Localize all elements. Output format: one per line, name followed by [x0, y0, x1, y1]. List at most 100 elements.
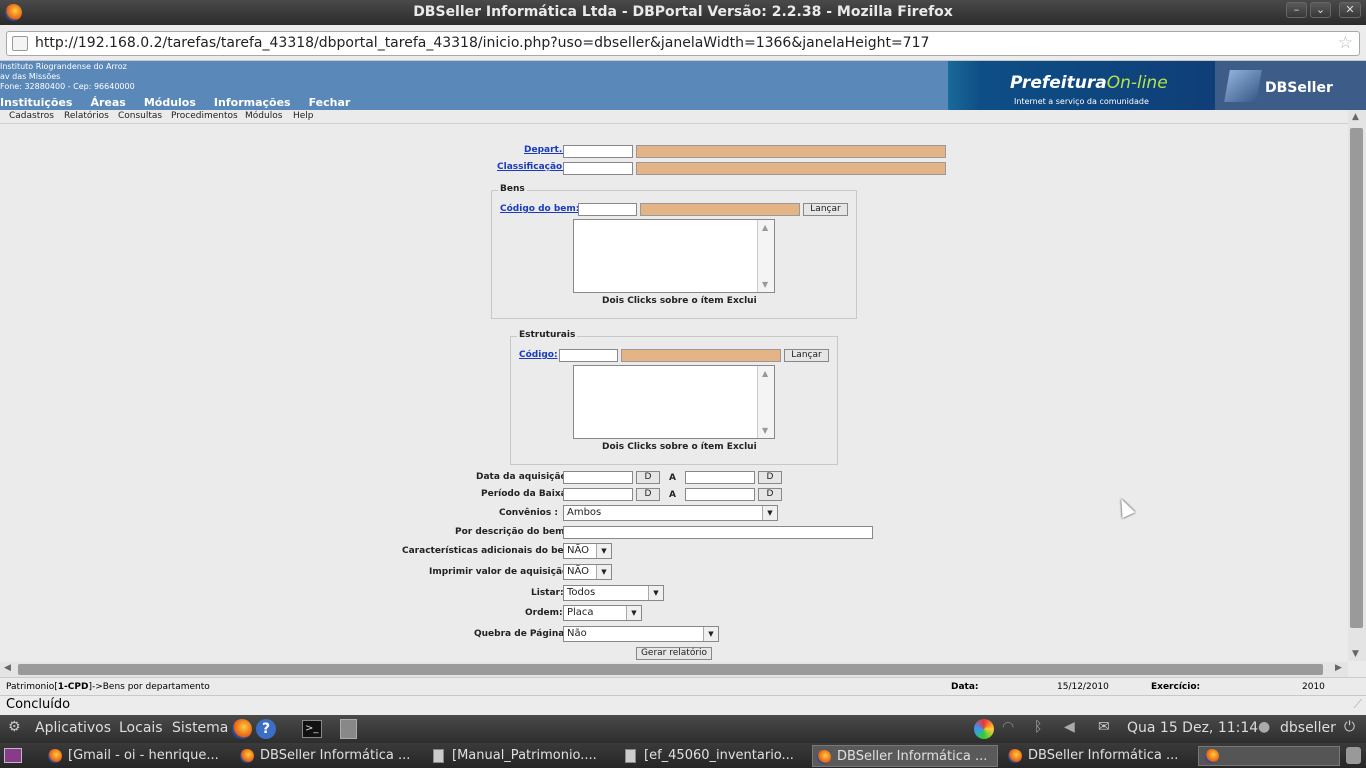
volume-icon[interactable]: ◀	[1064, 719, 1075, 735]
periodo-baixa-fim-input[interactable]	[685, 488, 755, 501]
user-name[interactable]: dbseller	[1280, 720, 1336, 736]
maximize-button[interactable]: ⌄	[1310, 2, 1331, 18]
periodo-baixa-fim-calendar-button[interactable]: D	[758, 488, 782, 501]
quebra-select[interactable]: Não ▼	[563, 626, 719, 642]
chevron-down-icon: ▼	[648, 586, 663, 600]
bens-list-scrollbar[interactable]: ▲ ▼	[757, 220, 774, 292]
resize-grip-icon[interactable]: ⟋	[1354, 697, 1362, 712]
bookmark-star-icon[interactable]: ☆	[1338, 32, 1353, 55]
bens-list[interactable]: ▲ ▼	[573, 219, 775, 293]
help-icon[interactable]: ?	[256, 719, 276, 739]
exercicio-label: Exercício:	[1151, 682, 1201, 692]
menu-areas[interactable]: Áreas	[90, 96, 125, 110]
periodo-baixa-inicio-calendar-button[interactable]: D	[636, 488, 660, 501]
bens-hint: Dois Clicks sobre o ítem Exclui	[602, 296, 757, 306]
gerar-relatorio-button[interactable]: Gerar relatório	[636, 647, 712, 660]
ordem-label: Ordem:	[525, 608, 563, 618]
vertical-scroll-thumb[interactable]	[1350, 128, 1363, 628]
minimize-button[interactable]: –	[1286, 2, 1307, 18]
scroll-up-icon[interactable]: ▲	[1352, 112, 1359, 122]
firefox-icon	[817, 750, 831, 764]
classificacao-link[interactable]: Classificação:	[497, 162, 566, 172]
scroll-left-icon[interactable]: ◀	[4, 663, 11, 673]
ordem-select[interactable]: Placa ▼	[563, 605, 642, 621]
listar-value: Todos	[567, 587, 596, 598]
classificacao-code-input[interactable]	[563, 162, 633, 175]
task-manual-patrimonio[interactable]: [Manual_Patrimonio....	[428, 745, 614, 767]
listar-select[interactable]: Todos ▼	[563, 585, 664, 601]
trash-icon[interactable]	[1346, 747, 1361, 764]
estruturais-legend: Estruturais	[517, 330, 578, 340]
calculator-icon[interactable]	[340, 719, 357, 739]
bens-lancar-button[interactable]: Lançar	[803, 203, 848, 216]
quebra-value: Não	[567, 628, 587, 639]
firefox-icon	[48, 749, 62, 763]
imprimir-select[interactable]: NÃO ▼	[563, 564, 612, 580]
task-dbseller-1[interactable]: DBSeller Informática ...	[236, 745, 422, 767]
menu-fechar[interactable]: Fechar	[309, 96, 351, 110]
window-titlebar[interactable]: DBSeller Informática Ltda - DBPortal Ver…	[0, 0, 1366, 25]
menu-modulos[interactable]: Módulos	[144, 96, 196, 110]
pref-subtitle: Internet a serviço da comunidade	[1014, 97, 1149, 106]
chrome-icon[interactable]	[974, 719, 994, 739]
estruturais-lancar-button[interactable]: Lançar	[784, 349, 829, 362]
imprimir-label: Imprimir valor de aquisição:	[429, 567, 572, 577]
workspace-switcher[interactable]	[1198, 746, 1340, 766]
bluetooth-icon[interactable]: ᛒ	[1034, 719, 1042, 735]
mail-icon[interactable]: ✉	[1098, 719, 1110, 735]
estruturais-codigo-input[interactable]	[559, 349, 618, 362]
firefox-icon	[1205, 749, 1219, 763]
menu-sistema[interactable]: Sistema	[172, 720, 228, 736]
menu-instituicoes[interactable]: Instituições	[0, 96, 72, 110]
dbseller-logo: DBSeller	[1215, 61, 1366, 110]
descricao-input[interactable]	[563, 526, 873, 539]
convenios-label: Convênios :	[499, 508, 558, 518]
codigo-bem-input[interactable]	[578, 203, 637, 216]
submenu-relatorios[interactable]: Relatórios	[64, 111, 109, 121]
data-aquisicao-inicio-input[interactable]	[563, 471, 633, 484]
submenu-procedimentos[interactable]: Procedimentos	[171, 111, 238, 121]
clock[interactable]: Qua 15 Dez, 11:14	[1127, 720, 1258, 736]
ubuntu-logo-icon[interactable]: ⚙	[8, 719, 21, 735]
periodo-baixa-inicio-input[interactable]	[563, 488, 633, 501]
data-aquisicao-inicio-calendar-button[interactable]: D	[636, 471, 660, 484]
codigo-bem-link[interactable]: Código do bem:	[500, 204, 579, 214]
close-button[interactable]: ✕	[1339, 2, 1361, 18]
power-icon[interactable]: ⏻	[1344, 719, 1355, 735]
site-identity-icon[interactable]	[12, 36, 28, 51]
estruturais-list-scrollbar[interactable]: ▲ ▼	[757, 366, 774, 438]
vertical-scrollbar[interactable]: ▲ ▼	[1348, 110, 1366, 661]
submenu-cadastros[interactable]: Cadastros	[9, 111, 54, 121]
convenios-select[interactable]: Ambos ▼	[563, 505, 778, 521]
menu-locais[interactable]: Locais	[119, 720, 163, 736]
terminal-icon[interactable]: >_	[302, 720, 322, 738]
task-gmail[interactable]: [Gmail - oi - henrique...	[44, 745, 230, 767]
task-dbseller-active[interactable]: DBSeller Informática ...	[812, 745, 998, 767]
dbseller-logo-text: DBSeller	[1265, 80, 1333, 96]
bens-legend: Bens	[498, 184, 527, 194]
menu-informacoes[interactable]: Informações	[214, 96, 291, 110]
submenu-help[interactable]: Help	[293, 111, 314, 121]
estruturais-list[interactable]: ▲ ▼	[573, 365, 775, 439]
task-inventario[interactable]: [ef_45060_inventario...	[620, 745, 806, 767]
menu-aplicativos[interactable]: Aplicativos	[35, 720, 111, 736]
url-input[interactable]: http://192.168.0.2/tarefas/tarefa_43318/…	[6, 31, 1360, 56]
data-aquisicao-fim-input[interactable]	[685, 471, 755, 484]
scroll-right-icon[interactable]: ▶	[1335, 663, 1342, 673]
horizontal-scrollbar[interactable]: ◀ ▶	[0, 662, 1348, 677]
scroll-down-icon[interactable]: ▼	[1352, 649, 1359, 659]
horizontal-scroll-thumb[interactable]	[18, 664, 1323, 675]
depart-code-input[interactable]	[563, 145, 633, 158]
chat-icon[interactable]: ●	[1258, 719, 1270, 735]
firefox-launcher-icon[interactable]	[232, 719, 252, 739]
submenu-consultas[interactable]: Consultas	[118, 111, 162, 121]
depart-link[interactable]: Depart.:	[524, 145, 566, 155]
task-dbseller-3[interactable]: DBSeller Informática ...	[1004, 745, 1190, 767]
show-desktop-icon[interactable]	[4, 748, 22, 763]
periodo-baixa-label: Período da Baixa	[481, 489, 567, 499]
wifi-icon[interactable]: ◠	[1002, 719, 1014, 735]
caracteristicas-select[interactable]: NÃO ▼	[563, 543, 612, 559]
codigo-link[interactable]: Código:	[519, 350, 558, 360]
submenu-modulos[interactable]: Módulos	[245, 111, 282, 121]
data-aquisicao-fim-calendar-button[interactable]: D	[758, 471, 782, 484]
